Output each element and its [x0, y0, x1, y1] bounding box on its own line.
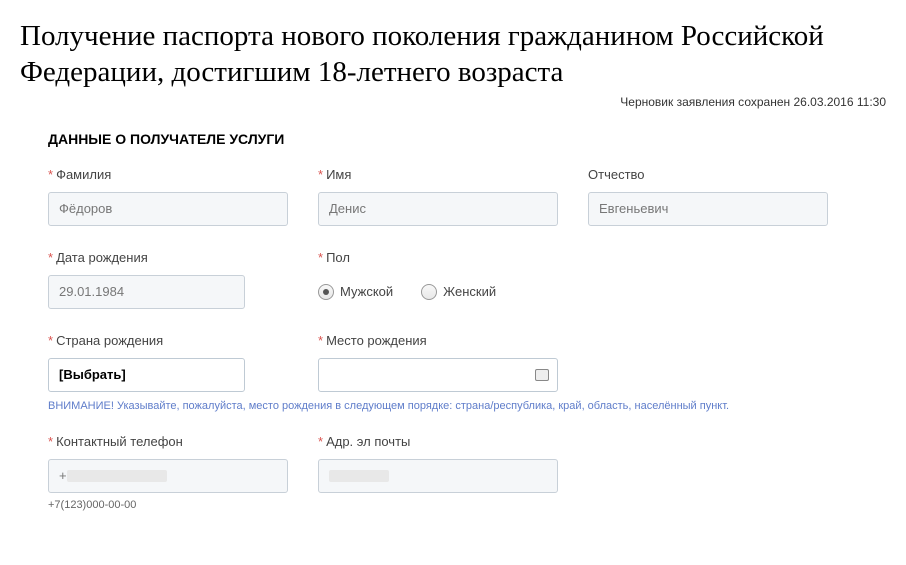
birth-place-note: ВНИМАНИЕ! Указывайте, пожалуйста, место … — [48, 400, 876, 412]
email-label: *Адр. эл почты — [318, 434, 558, 449]
name-label: *Имя — [318, 167, 558, 182]
birth-place-label: *Место рождения — [318, 333, 558, 348]
birth-place-input[interactable] — [318, 358, 558, 392]
gender-male-radio[interactable]: Мужской — [318, 284, 393, 300]
gender-label: *Пол — [318, 250, 558, 265]
phone-masked — [67, 470, 167, 482]
surname-label: *Фамилия — [48, 167, 288, 182]
gender-female-label: Женский — [443, 284, 496, 299]
dob-input[interactable]: 29.01.1984 — [48, 275, 245, 309]
phone-input[interactable]: + — [48, 459, 288, 493]
page-title: Получение паспорта нового поколения граж… — [20, 18, 886, 91]
phone-label: *Контактный телефон — [48, 434, 288, 449]
email-masked — [329, 470, 389, 482]
birth-country-select[interactable]: [Выбрать] — [48, 358, 245, 392]
email-input[interactable] — [318, 459, 558, 493]
gender-male-label: Мужской — [340, 284, 393, 299]
section-title: ДАННЫЕ О ПОЛУЧАТЕЛЕ УСЛУГИ — [48, 131, 876, 147]
patronymic-input[interactable]: Евгеньевич — [588, 192, 828, 226]
birth-country-label: *Страна рождения — [48, 333, 288, 348]
patronymic-label: Отчество — [588, 167, 828, 182]
surname-input[interactable]: Фёдоров — [48, 192, 288, 226]
dob-label: *Дата рождения — [48, 250, 288, 265]
keyboard-icon[interactable] — [535, 369, 549, 381]
name-input[interactable]: Денис — [318, 192, 558, 226]
phone-hint: +7(123)000-00-00 — [48, 499, 288, 511]
draft-saved-note: Черновик заявления сохранен 26.03.2016 1… — [20, 95, 886, 109]
gender-female-radio[interactable]: Женский — [421, 284, 496, 300]
